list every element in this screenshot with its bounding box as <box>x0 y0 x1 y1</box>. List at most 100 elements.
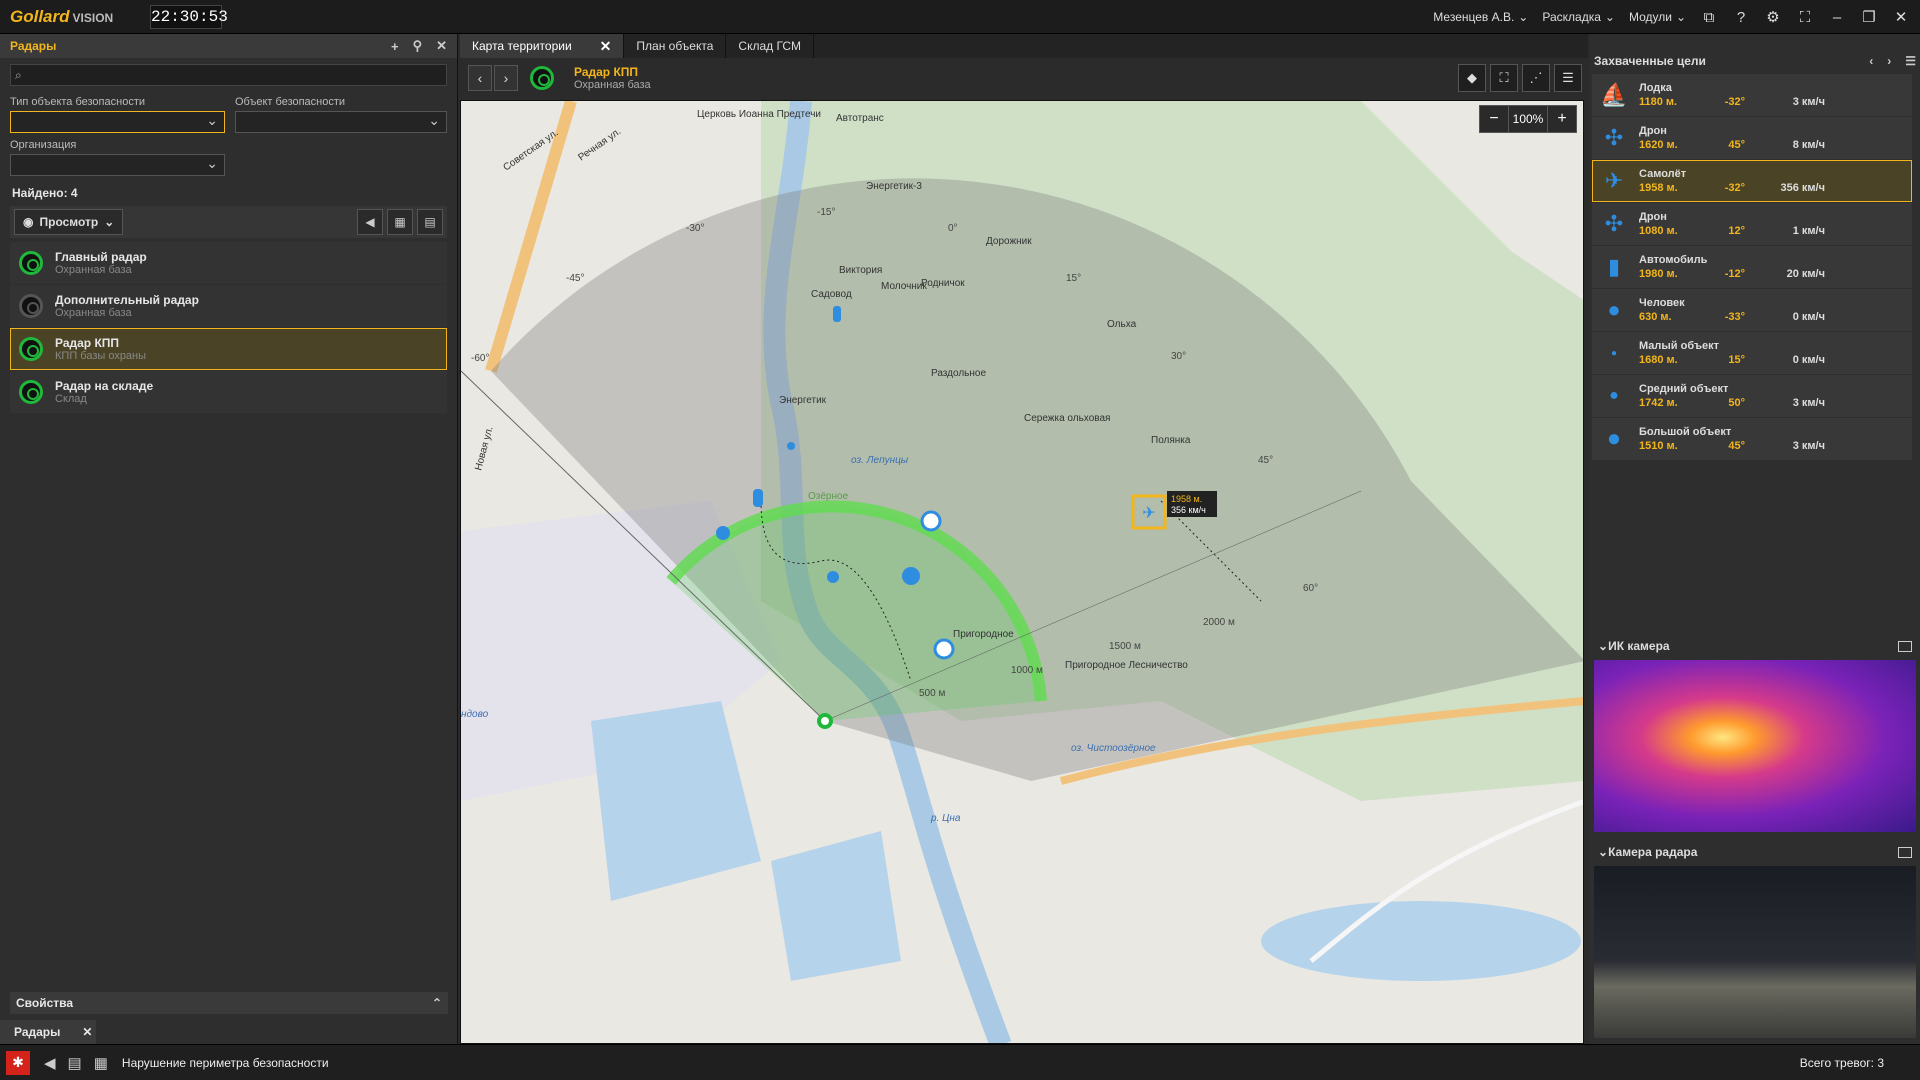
person-icon: ● <box>1607 297 1621 322</box>
alarm-total: Всего тревог: 3 <box>1799 1055 1884 1070</box>
layout-menu[interactable]: Раскладка ⌄ <box>1542 10 1615 24</box>
user-menu[interactable]: Мезенцев А.В. ⌄ <box>1433 10 1528 24</box>
add-icon[interactable]: + <box>391 39 399 54</box>
map-icon[interactable]: ▤ <box>68 1054 82 1072</box>
forward-button[interactable]: › <box>494 65 518 91</box>
large-object-icon: ● <box>1606 425 1622 452</box>
plan-filter-icon[interactable]: ▦ <box>387 209 413 235</box>
zoom-out-button[interactable]: − <box>1480 106 1508 132</box>
map-label: Родничок <box>921 278 965 289</box>
map-filter-icon[interactable]: ▤ <box>417 209 443 235</box>
target-item[interactable]: ● Человек 630 м. -33° 0 км/ч <box>1592 289 1912 331</box>
track-icon[interactable]: ⋰ <box>1522 64 1550 92</box>
eye-icon: ◉ <box>23 215 34 229</box>
app-logo: Gollard VISION <box>10 7 114 26</box>
ir-camera-header[interactable]: ⌄ ИК камера <box>1590 634 1920 658</box>
angle-label: -45° <box>566 273 584 284</box>
angle-label: 60° <box>1303 583 1318 594</box>
map-label: ндово <box>461 709 489 720</box>
target-item[interactable]: ⛵ Лодка 1180 м. -32° 3 км/ч <box>1592 74 1912 116</box>
new-window-icon[interactable]: ⧉ <box>1700 8 1718 26</box>
svg-text:✈: ✈ <box>1142 503 1155 522</box>
minimize-icon[interactable]: – <box>1828 8 1846 26</box>
search-icon: ⌕ <box>15 67 22 82</box>
map-label: Пригородное <box>953 629 1014 640</box>
tab-territory-map[interactable]: Карта территории ✕ <box>460 34 625 58</box>
angle-label: 30° <box>1171 351 1186 362</box>
filter-org-select[interactable] <box>10 154 225 176</box>
close-panel-icon[interactable]: ✕ <box>436 38 447 54</box>
list-icon[interactable]: ☰ <box>1554 64 1582 92</box>
properties-section[interactable]: Свойства ⌃ <box>10 992 448 1014</box>
ir-camera-view[interactable] <box>1594 660 1916 832</box>
back-button[interactable]: ‹ <box>468 65 492 91</box>
target-item[interactable]: ● Большой объект 1510 м. 45° 3 км/ч <box>1592 418 1912 460</box>
maximize-icon <box>1898 846 1912 858</box>
radar-item-selected[interactable]: Радар КПП КПП базы охраны <box>10 328 447 370</box>
angle-label: 0° <box>948 223 958 234</box>
view-button[interactable]: ◉ Просмотр ⌄ <box>14 209 124 235</box>
expand-icon[interactable]: ⛶ <box>1490 64 1518 92</box>
targets-panel: Захваченные цели ‹ › ☰ ⛵ Лодка 1180 м. -32° 3 к… <box>1590 34 1920 1044</box>
zoom-in-button[interactable]: + <box>1548 106 1576 132</box>
range-label: 500 м <box>919 688 945 699</box>
map-label: Сережка ольховая <box>1024 413 1110 424</box>
target-item[interactable]: ● Малый объект 1680 м. 15° 0 км/ч <box>1592 332 1912 374</box>
map-label: Энергетик <box>779 395 827 406</box>
map-label: оз. Чистоозёрное <box>1071 743 1156 754</box>
radar-icon[interactable]: ◀ <box>44 1054 56 1072</box>
panel-title: Радары <box>10 39 57 53</box>
angle-label: 45° <box>1258 455 1273 466</box>
close-icon[interactable]: ✕ <box>1892 8 1910 26</box>
filter-object-select[interactable] <box>235 111 447 133</box>
tab-object-plan[interactable]: План объекта <box>624 34 727 58</box>
radar-subtitle: Охранная база <box>574 79 651 91</box>
chevron-right-icon[interactable]: › <box>1887 54 1891 68</box>
menu-icon[interactable]: ☰ <box>1905 54 1916 68</box>
map-label: р. Цна <box>930 813 961 824</box>
gear-icon[interactable]: ⚙ <box>1764 8 1782 26</box>
angle-label: -15° <box>817 207 835 218</box>
fullscreen-icon[interactable]: ⛶ <box>1796 8 1814 26</box>
layers-icon[interactable]: ◆ <box>1458 64 1486 92</box>
radar-camera-view[interactable] <box>1594 866 1916 1038</box>
alarm-icon[interactable]: ✱ <box>6 1050 30 1075</box>
map-label: Озёрное <box>808 491 849 502</box>
radar-item[interactable]: Главный радар Охранная база <box>10 242 447 284</box>
help-icon[interactable]: ? <box>1732 8 1750 26</box>
territory-map[interactable]: ✈ 1958 м. 356 км/ч Советская ул. Речная … <box>460 100 1584 1044</box>
search-input[interactable]: ⌕ <box>10 64 447 86</box>
radar-status-icon <box>19 251 43 275</box>
map-label: оз. Лепунцы <box>851 455 909 466</box>
target-item[interactable]: ● Средний объект 1742 м. 50° 3 км/ч <box>1592 375 1912 417</box>
target-item[interactable]: ✣ Дрон 1080 м. 12° 1 км/ч <box>1592 203 1912 245</box>
filter-type-select[interactable] <box>10 111 225 133</box>
plan-icon[interactable]: ▦ <box>94 1054 108 1072</box>
angle-label: -30° <box>686 223 704 234</box>
status-bar: ✱ ◀ ▤ ▦ Нарушение периметра безопасности В… <box>0 1044 1920 1080</box>
target-item[interactable]: ▮ Автомобиль 1980 м. -12° 20 км/ч <box>1592 246 1912 288</box>
range-label: 2000 м <box>1203 617 1235 628</box>
found-count: Найдено: 4 <box>12 186 78 200</box>
radar-filter-icon[interactable]: ◀ <box>357 209 383 235</box>
map-label: Дорожник <box>986 236 1032 247</box>
radar-status-icon <box>19 380 43 404</box>
restore-icon[interactable]: ❐ <box>1860 8 1878 26</box>
target-item-selected[interactable]: ✈ Самолёт 1958 м. -32° 356 км/ч <box>1592 160 1912 202</box>
tab-fuel-warehouse[interactable]: Склад ГСМ <box>726 34 814 58</box>
map-label: Церковь Иоанна Предтечи <box>697 109 821 120</box>
map-label: Ольха <box>1107 319 1137 330</box>
radar-item[interactable]: Радар на складе Склад <box>10 371 447 413</box>
pin-icon[interactable]: ⚲ <box>413 38 423 54</box>
chevron-left-icon[interactable]: ‹ <box>1869 54 1873 68</box>
radars-tab[interactable]: Радары ✕ <box>0 1020 96 1044</box>
tooltip-distance: 1958 м. <box>1171 494 1202 504</box>
target-item[interactable]: ✣ Дрон 1620 м. 45° 8 км/ч <box>1592 117 1912 159</box>
car-icon: ▮ <box>1607 254 1621 279</box>
radar-camera-header[interactable]: ⌄ Камера радара <box>1590 840 1920 864</box>
modules-menu[interactable]: Модули ⌄ <box>1629 10 1686 24</box>
radar-item[interactable]: Дополнительный радар Охранная база <box>10 285 447 327</box>
medium-object-icon: ● <box>1609 387 1619 404</box>
radar-status-icon <box>19 294 43 318</box>
drone-icon: ✣ <box>1604 125 1624 150</box>
